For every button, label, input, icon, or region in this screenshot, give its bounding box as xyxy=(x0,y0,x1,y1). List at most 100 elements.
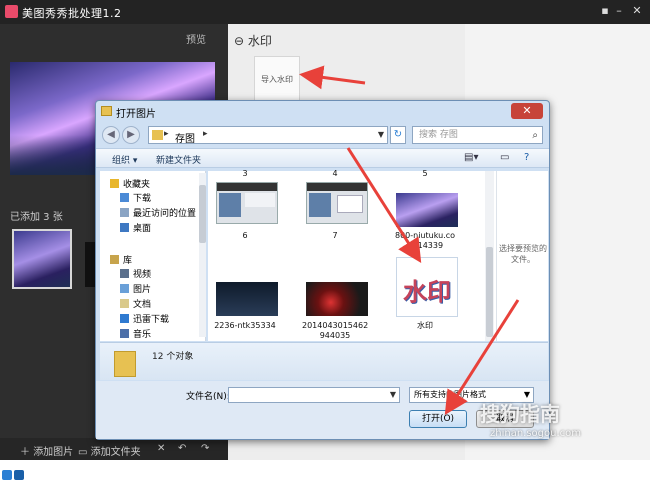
back-arrow-icon[interactable]: ◀ xyxy=(102,126,120,144)
file-label[interactable]: 水印 xyxy=(392,321,458,331)
object-count: 12 个对象 xyxy=(152,352,194,362)
preview-link[interactable]: 预览 xyxy=(186,31,206,46)
file-thumbnail[interactable] xyxy=(306,182,368,224)
search-placeholder: 搜索 存图 xyxy=(419,130,458,140)
file-label[interactable]: 7 xyxy=(302,231,368,241)
help-icon[interactable]: ? xyxy=(524,152,529,163)
search-input[interactable]: 搜索 存图 ⌕ xyxy=(412,126,543,144)
sidebar-item-label: 收藏夹 xyxy=(123,180,151,190)
sidebar-item-label: 迅雷下载 xyxy=(133,315,170,325)
forward-arrow-icon[interactable]: ▶ xyxy=(122,126,140,144)
details-pane: 12 个对象 xyxy=(100,342,548,380)
minimize-button[interactable]: – xyxy=(612,4,626,18)
add-folder-label: 添加文件夹 xyxy=(90,447,141,458)
close-button[interactable]: ✕ xyxy=(630,4,644,18)
preview-message: 选择要预览的文件。 xyxy=(499,244,547,264)
sidebar-item-thunder[interactable]: 迅雷下载 xyxy=(120,312,169,325)
file-label[interactable]: 6 xyxy=(212,231,278,241)
sidebar-item-favorites[interactable]: 收藏夹 xyxy=(110,177,150,190)
tool-icon[interactable] xyxy=(14,470,24,480)
watermark-thumb-text: 水印 xyxy=(403,278,451,306)
chevron-down-icon[interactable]: ▼ xyxy=(390,390,396,399)
title-bar: 美图秀秀批处理1.2 ▪ – ✕ xyxy=(0,0,650,24)
view-options-icon[interactable]: ▤▾ xyxy=(464,152,478,163)
sidebar-item-label: 文档 xyxy=(133,300,152,310)
undo-icon[interactable]: ↶ xyxy=(178,443,186,454)
thumb-block xyxy=(245,193,275,207)
sidebar-item-downloads[interactable]: 下载 xyxy=(120,191,151,204)
open-button[interactable]: 打开(O) xyxy=(409,410,467,428)
music-icon xyxy=(120,329,129,338)
sidebar-item-recent[interactable]: 最近访问的位置 xyxy=(120,206,196,219)
address-bar[interactable]: ▸ 存图 ▸ ▼ xyxy=(148,126,388,145)
sidebar-item-documents[interactable]: 文档 xyxy=(120,297,151,310)
filetype-value: 所有支持的图片格式 xyxy=(414,390,486,399)
sidebar-item-label: 图片 xyxy=(133,285,152,295)
files-scrollbar[interactable] xyxy=(485,171,494,341)
preview-pane-icon[interactable]: ▭ xyxy=(500,152,509,163)
file-thumbnail[interactable] xyxy=(396,193,458,227)
file-label[interactable]: m-14339 xyxy=(392,241,458,251)
file-label[interactable]: 800-niutuku.co xyxy=(392,231,458,241)
sidebar-item-videos[interactable]: 视频 xyxy=(120,267,151,280)
file-thumbnail[interactable] xyxy=(306,282,368,316)
file-thumbnail[interactable] xyxy=(216,182,278,224)
sidebar-item-music[interactable]: 音乐 xyxy=(120,327,151,340)
sidebar-item-libraries[interactable]: 库 xyxy=(110,253,132,266)
scrollbar-thumb[interactable] xyxy=(486,247,493,337)
import-watermark-button[interactable]: 导入水印 xyxy=(254,56,300,102)
sidebar-item-label: 下载 xyxy=(133,194,152,204)
filename-input[interactable]: ▼ xyxy=(228,387,400,403)
folder-icon xyxy=(101,106,112,116)
dialog-close-button[interactable]: ✕ xyxy=(511,103,543,119)
breadcrumb-current[interactable]: 存图 xyxy=(175,130,195,145)
add-folder-button[interactable]: ▭ 添加文件夹 xyxy=(78,443,141,458)
add-image-label: 添加图片 xyxy=(33,447,74,458)
app-title: 美图秀秀批处理1.2 xyxy=(22,7,122,20)
sidebar-item-label: 视频 xyxy=(133,270,152,280)
search-icon[interactable]: ⌕ xyxy=(532,128,538,144)
sidebar-item-label: 桌面 xyxy=(133,224,152,234)
sidebar-item-label: 最近访问的位置 xyxy=(133,209,197,219)
new-folder-button[interactable]: 新建文件夹 xyxy=(156,153,201,166)
dialog-title: 打开图片 xyxy=(116,109,156,120)
sidebar-item-pictures[interactable]: 图片 xyxy=(120,282,151,295)
documents-icon xyxy=(120,299,129,308)
thumbnail-selected[interactable] xyxy=(12,229,72,289)
sidebar-item-desktop[interactable]: 桌面 xyxy=(120,221,151,234)
thumb-bar xyxy=(217,183,277,191)
breadcrumb-separator: ▸ xyxy=(203,129,208,139)
redo-icon[interactable]: ↷ xyxy=(201,443,209,454)
delete-icon[interactable]: ✕ xyxy=(157,443,165,454)
file-label: 4 xyxy=(332,169,338,178)
file-label[interactable]: 2236-ntk35334 xyxy=(212,321,278,331)
watermark-file-thumbnail[interactable]: 水印 xyxy=(396,257,458,317)
file-list: 3 4 5 6 7 800-niutuku.co m-14339 2236-nt… xyxy=(208,169,496,341)
watermark-header: ⊖ 水印 xyxy=(234,34,272,48)
filename-label: 文件名(N): xyxy=(186,392,230,402)
dialog-title-bar: 打开图片 ✕ xyxy=(96,101,549,121)
navigation-pane: 收藏夹 下载 最近访问的位置 桌面 库 视频 图片 文档 迅雷下载 音乐 xyxy=(100,171,206,341)
sidebar-item-label: 音乐 xyxy=(133,330,152,340)
thumb-bar xyxy=(307,183,367,191)
scrollbar-thumb[interactable] xyxy=(199,185,206,243)
added-count-label: 已添加 3 张 xyxy=(10,212,63,223)
thumb-block xyxy=(337,195,363,213)
pin-icon[interactable] xyxy=(2,470,12,480)
thumb-block xyxy=(309,193,331,217)
star-icon xyxy=(110,179,119,188)
refresh-icon[interactable]: ↻ xyxy=(390,126,406,144)
menu-icon[interactable]: ▪ xyxy=(598,4,612,18)
file-label[interactable]: 944035 xyxy=(302,331,368,341)
file-thumbnail[interactable] xyxy=(216,282,278,316)
add-image-button[interactable]: ＋ 添加图片 xyxy=(20,443,73,458)
sidebar-item-label: 库 xyxy=(123,256,133,266)
organize-menu[interactable]: 组织 ▾ xyxy=(112,153,137,166)
nav-scrollbar[interactable] xyxy=(199,173,206,337)
pictures-icon xyxy=(120,284,129,293)
file-label: 3 xyxy=(242,169,248,178)
folder-icon xyxy=(114,351,136,377)
file-label[interactable]: 2014043015462 xyxy=(302,321,368,331)
chevron-down-icon[interactable]: ▼ xyxy=(378,130,384,139)
download-icon xyxy=(120,193,129,202)
